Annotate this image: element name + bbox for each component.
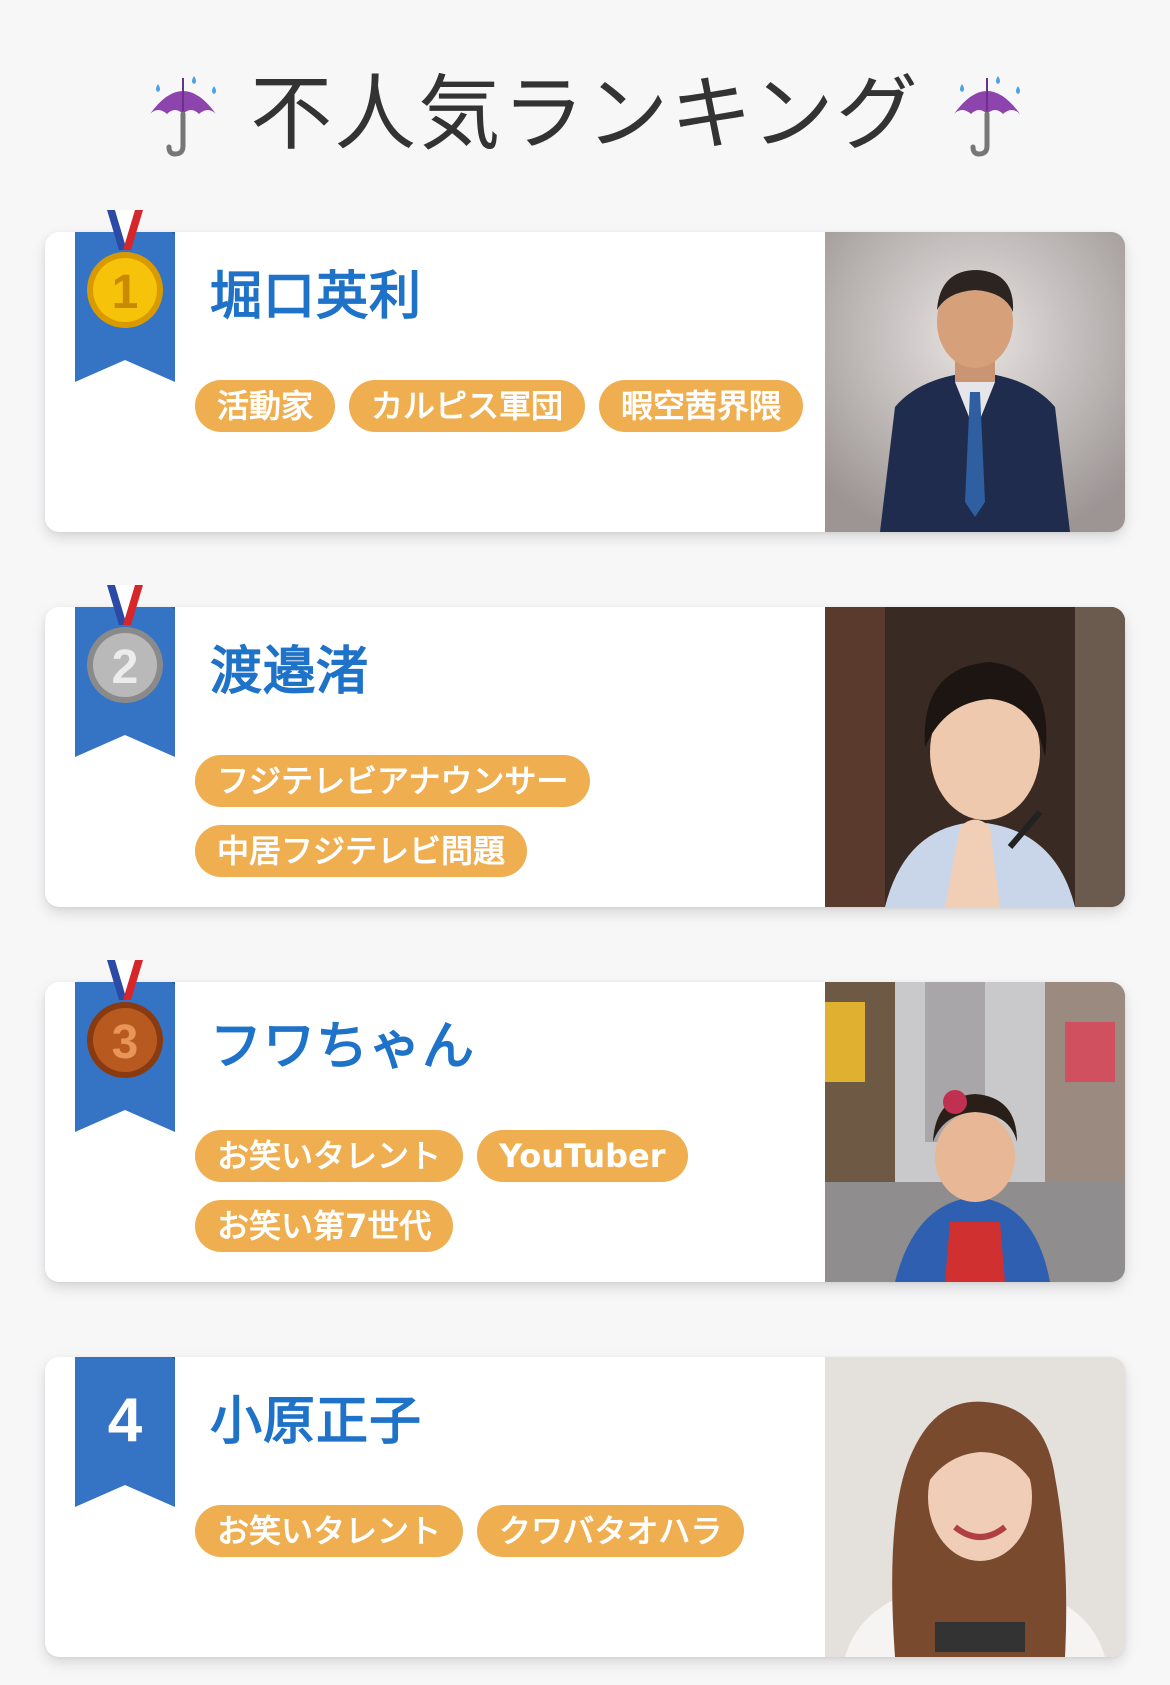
tag-chip[interactable]: YouTuber bbox=[477, 1130, 688, 1182]
tag-chip[interactable]: 中居フジテレビ問題 bbox=[195, 825, 528, 877]
bronze-medal-icon: 3 bbox=[75, 960, 175, 1090]
tag-chip[interactable]: お笑いタレント bbox=[195, 1130, 464, 1182]
rank-ribbon: 4 bbox=[75, 1357, 175, 1507]
tag-list: お笑いタレント クワバタオハラ bbox=[195, 1505, 875, 1557]
person-name[interactable]: 渡邉渚 bbox=[210, 641, 369, 703]
person-name[interactable]: フワちゃん bbox=[210, 1016, 475, 1078]
svg-text:2: 2 bbox=[112, 641, 139, 694]
ranking-card[interactable]: 2 渡邉渚 フジテレビアナウンサー 中居フジテレビ問題 bbox=[45, 585, 1125, 907]
umbrella-rain-icon bbox=[946, 70, 1028, 160]
silver-medal-icon: 2 bbox=[75, 585, 175, 715]
svg-text:1: 1 bbox=[112, 266, 139, 319]
ranking-card[interactable]: 3 フワちゃん お笑いタレント YouTuber お笑い第7世代 bbox=[45, 960, 1125, 1282]
ranking-card[interactable]: 4 小原正子 お笑いタレント クワバタオハラ bbox=[45, 1357, 1125, 1657]
tag-list: フジテレビアナウンサー 中居フジテレビ問題 bbox=[195, 755, 875, 877]
tag-chip[interactable]: お笑いタレント bbox=[195, 1505, 464, 1557]
tag-chip[interactable]: 暇空茜界隈 bbox=[599, 380, 804, 432]
person-photo[interactable] bbox=[825, 982, 1125, 1282]
page-header: 不人気ランキング bbox=[0, 60, 1170, 170]
person-name[interactable]: 小原正子 bbox=[210, 1391, 422, 1453]
tag-chip[interactable]: カルピス軍団 bbox=[349, 380, 586, 432]
tag-list: お笑いタレント YouTuber お笑い第7世代 bbox=[195, 1130, 875, 1252]
person-photo[interactable] bbox=[825, 232, 1125, 532]
tag-list: 活動家 カルピス軍団 暇空茜界隈 bbox=[195, 380, 875, 432]
person-photo[interactable] bbox=[825, 1357, 1125, 1657]
svg-text:3: 3 bbox=[112, 1016, 139, 1069]
page-title: 不人気ランキング bbox=[250, 67, 920, 162]
ranking-card[interactable]: 1 堀口英利 活動家 カルピス軍団 暇空茜界隈 bbox=[45, 210, 1125, 532]
tag-chip[interactable]: クワバタオハラ bbox=[477, 1505, 745, 1557]
rank-number: 4 bbox=[107, 1386, 143, 1455]
person-photo[interactable] bbox=[825, 607, 1125, 907]
tag-chip[interactable]: 活動家 bbox=[195, 380, 336, 432]
person-name[interactable]: 堀口英利 bbox=[210, 266, 422, 328]
tag-chip[interactable]: お笑い第7世代 bbox=[195, 1200, 454, 1252]
umbrella-rain-icon bbox=[142, 70, 224, 160]
gold-medal-icon: 1 bbox=[75, 210, 175, 340]
tag-chip[interactable]: フジテレビアナウンサー bbox=[195, 755, 591, 807]
